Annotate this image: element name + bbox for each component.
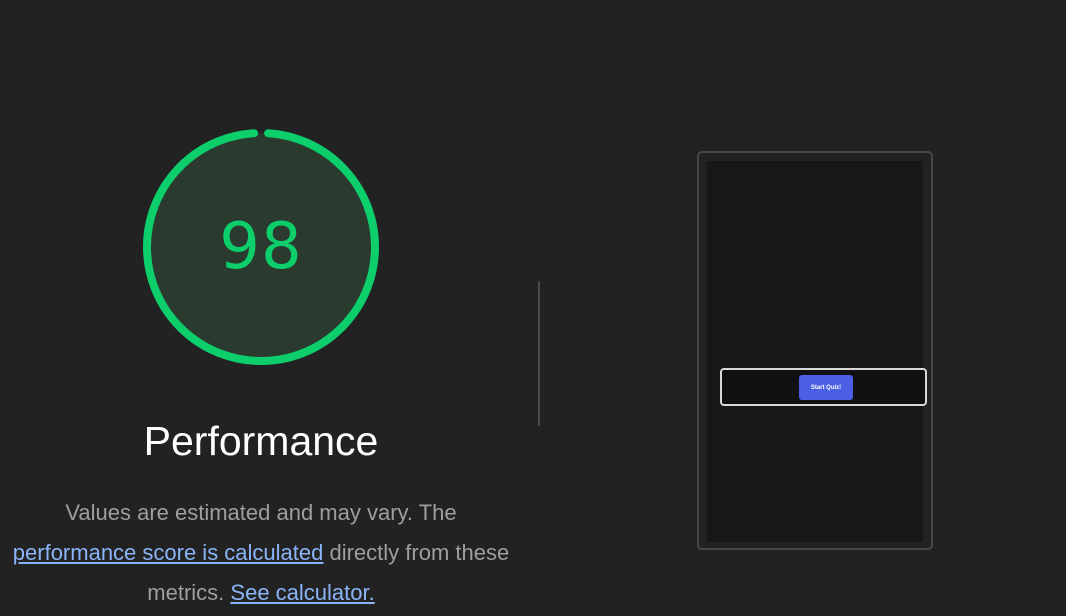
see-calculator-link[interactable]: See calculator. bbox=[230, 580, 374, 605]
category-title: Performance bbox=[143, 418, 379, 464]
lighthouse-report: 98 Performance Values are estimated and … bbox=[0, 0, 1066, 616]
score-value: 98 bbox=[219, 210, 303, 284]
divider bbox=[538, 281, 540, 426]
page-screenshot: Start Quiz! bbox=[707, 161, 927, 542]
score-calculated-link[interactable]: performance score is calculated bbox=[13, 540, 324, 565]
start-quiz-button: Start Quiz! bbox=[799, 375, 853, 400]
score-description: Values are estimated and may vary. The p… bbox=[0, 493, 522, 613]
description-text: Values are estimated and may vary. The bbox=[65, 500, 457, 525]
page-screenshot-frame[interactable]: Start Quiz! bbox=[697, 151, 933, 550]
